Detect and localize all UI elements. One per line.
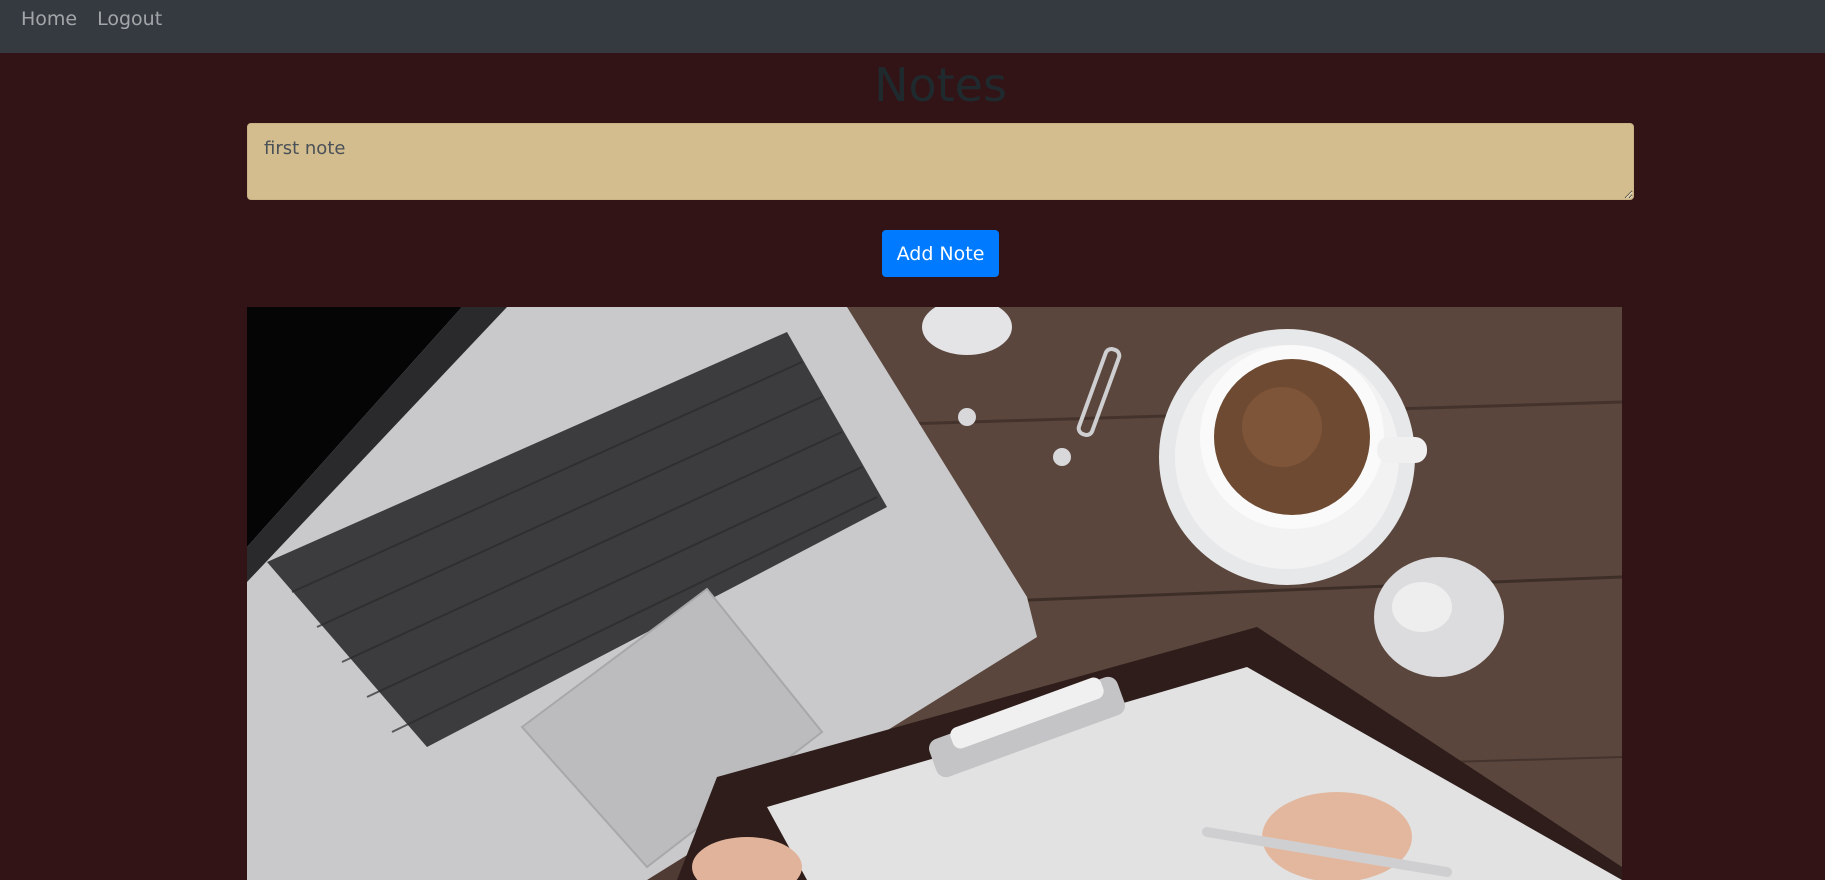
note-textarea[interactable] — [247, 123, 1634, 200]
add-note-button[interactable]: Add Note — [882, 230, 999, 277]
top-navbar: Home Logout — [0, 0, 1825, 53]
workspace-photo — [247, 307, 1622, 880]
nav-home-link[interactable]: Home — [21, 8, 77, 30]
page-title: Notes — [874, 58, 1007, 112]
nav-logout-link[interactable]: Logout — [97, 8, 162, 30]
